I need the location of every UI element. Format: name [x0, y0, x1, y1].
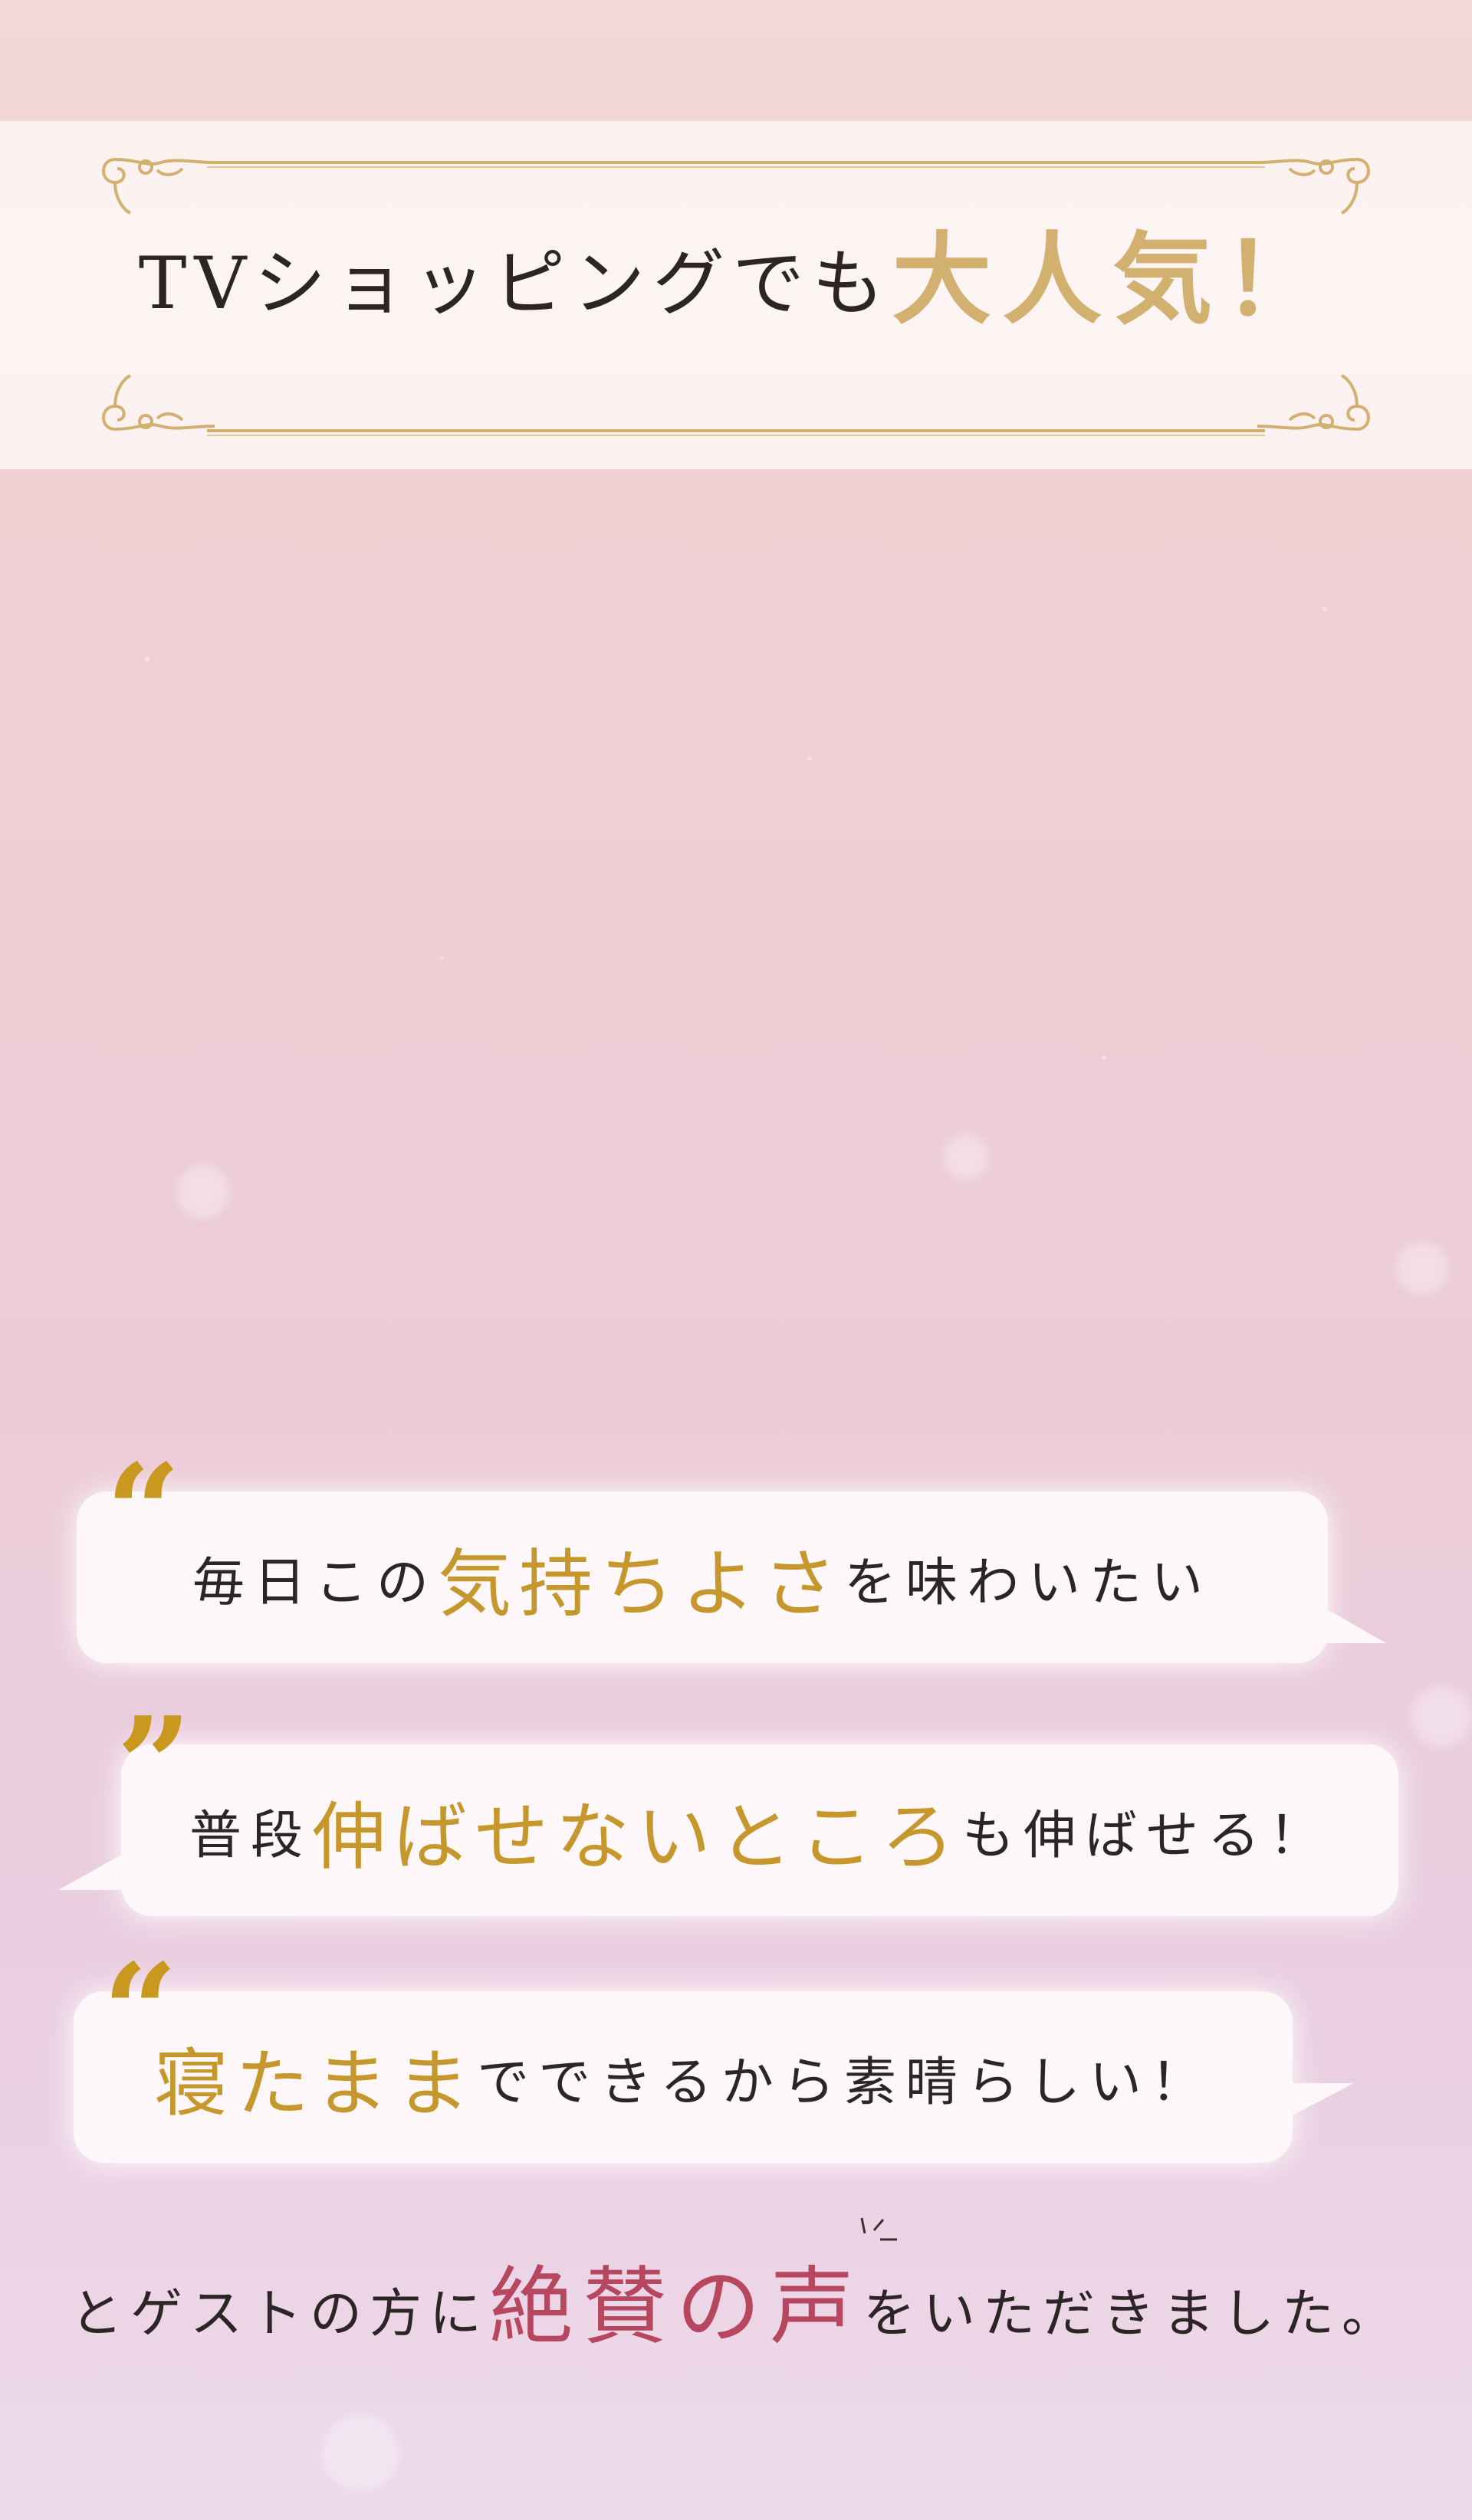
bokeh-light: [322, 2414, 399, 2491]
sparkle-background: [0, 460, 1472, 1456]
testimonial-text-after: を味わいたい: [844, 1552, 1213, 1613]
scroll-ornament-icon: [92, 136, 230, 221]
bokeh-light: [1395, 1242, 1449, 1295]
closing-sentence: とゲストの方に絶賛の声をいただきました。: [0, 2238, 1472, 2361]
page-headline: TVショッピングでも大人気！: [0, 230, 1472, 330]
speech-bubble-tail: [1325, 1608, 1386, 1643]
testimonial-text-before: 普段: [189, 1805, 312, 1866]
testimonial-bubble: 普段 伸ばせないところ も伸ばせる！: [121, 1744, 1398, 1916]
speech-bubble-tail: [1290, 2083, 1354, 2117]
frame-line-bottom: [207, 429, 1265, 436]
frame-line-top: [207, 161, 1265, 168]
testimonial-text-after: も伸ばせる！: [962, 1805, 1331, 1866]
bokeh-light: [1411, 1686, 1472, 1747]
close-quote-icon: ”: [117, 1688, 192, 1842]
testimonial-highlight: 寝たまま: [154, 2040, 478, 2127]
open-quote-icon: “: [106, 1436, 181, 1589]
bokeh-light: [943, 1134, 989, 1180]
headline-main-text: TVショッピングでも: [138, 242, 892, 326]
closing-praise: 絶賛の声: [489, 2258, 863, 2356]
testimonial-highlight: 気持ちよさ: [438, 1541, 844, 1627]
testimonial-highlight: 伸ばせないところ: [312, 1793, 962, 1880]
open-quote-icon: “: [103, 1935, 178, 2089]
speech-bubble-tail: [58, 1853, 124, 1890]
headline-accent-text: 大人気！: [892, 221, 1334, 338]
testimonial-text-after: でできるから素晴らしい！: [477, 2052, 1212, 2113]
scroll-ornament-icon: [1242, 136, 1380, 221]
scroll-ornament-icon: [1242, 368, 1380, 452]
testimonial-bubble: 寝たまま でできるから素晴らしい！: [74, 1991, 1293, 2163]
testimonial-text-before: 毎日この: [192, 1552, 438, 1613]
closing-text-after: をいただきました。: [863, 2284, 1402, 2344]
bokeh-light: [176, 1165, 230, 1219]
testimonial-bubble: 毎日この 気持ちよさ を味わいたい: [77, 1491, 1328, 1663]
scroll-ornament-icon: [92, 368, 230, 452]
closing-text-before: とゲストの方に: [70, 2284, 489, 2344]
